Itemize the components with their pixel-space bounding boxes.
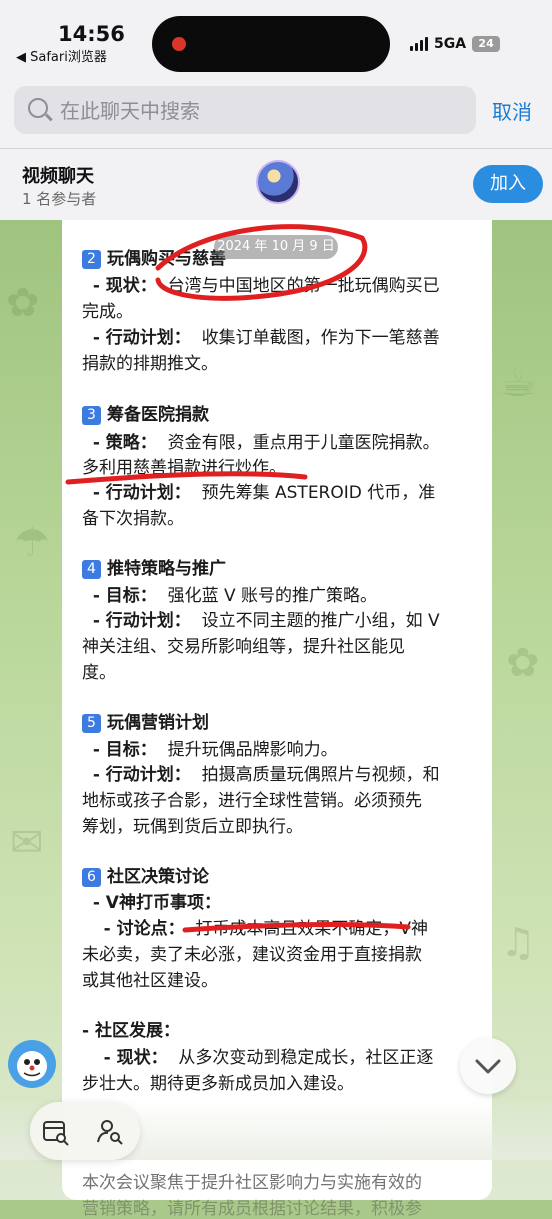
participant-count: 1 名参与者 [22,190,97,208]
divider [0,148,552,149]
number-badge: 4 [82,560,101,579]
sticker-avatar[interactable] [8,1040,56,1088]
chevron-down-icon [475,1059,501,1074]
message-line: - 行动计划： 预先筹集 ASTEROID 代币，准 [92,483,436,503]
recording-indicator-icon [172,37,186,51]
search-icon [28,98,48,118]
status-indicators: 5GA 24 [410,36,501,52]
message-line: 本次会议聚焦于提升社区影响力与实施有效的 [82,1173,422,1193]
search-filter-bar [30,1102,140,1160]
chat-avatar[interactable] [256,160,300,204]
message-line: - 行动计划： 拍摄高质量玩偶照片与视频，和 [92,765,440,785]
message-line: - 策略： 资金有限，重点用于儿童医院捐款。 [92,433,440,453]
network-label: 5GA [434,36,467,52]
doodle: ☕ [500,360,536,406]
number-badge: 3 [82,406,101,425]
message-line: - 讨论点： 打币成本高且效果不确定，V神 [103,919,429,939]
message-line: - 目标： 提升玩偶品牌影响力。 [92,740,338,760]
scroll-down-button[interactable] [460,1038,516,1094]
message-line: - 现状： 从多次变动到稳定成长，社区正逐 [103,1048,434,1068]
join-button[interactable]: 加入 [473,165,543,203]
cat-face-icon [17,1051,47,1081]
doodle: ♫ [500,920,536,966]
back-to-safari-link[interactable]: ◀ Safari浏览器 [16,46,107,65]
message-line: 或其他社区建设。 [82,971,218,991]
section-3-title: 3 筹备医院捐款 [82,400,209,425]
message-line: 多利用慈善捐款进行炒作。 [82,458,286,478]
message-line: 步壮大。期待更多新成员加入建设。 [82,1074,354,1094]
search-input[interactable] [58,94,462,128]
message-line: 地标或孩子合影，进行全球性营销。必须预先 [82,791,422,811]
message-line: 神关注组、交易所影响组等，提升社区能见 [82,637,405,657]
top-bar: 14:56 ◀ Safari浏览器 5GA 24 取消 视频聊天 1 名参与者 … [0,0,552,220]
message-line: - 行动计划： 收集订单截图，作为下一笔慈善 [92,328,440,348]
message-line: 度。 [82,663,116,683]
message-line: 捐款的排期推文。 [82,354,218,374]
chat-title: 视频聊天 [22,166,94,187]
search-bar[interactable] [14,86,476,134]
doodle: ✿ [506,640,540,686]
member-search-icon[interactable] [96,1118,124,1146]
doodle: ✉ [10,820,44,866]
date-pill: 2024 年 10 月 9 日 [214,235,338,259]
section-5-title: 5 玩偶营销计划 [82,708,209,733]
message-line: 未必卖，卖了未必涨，建议资金用于直接捐款 [82,945,422,965]
message-line: - 现状： 台湾与中国地区的第一批玩偶购买已 [92,276,440,296]
message-line: - 行动计划： 设立不同主题的推广小组，如 V [92,611,440,631]
status-time: 14:56 [58,22,125,46]
battery-icon: 24 [472,36,501,52]
doodle: ☂ [14,520,50,566]
message-line: - 目标： 强化蓝 V 账号的推广策略。 [92,586,378,606]
section-2-title: 2 玩偶购买与慈善 [82,244,226,269]
dynamic-island [152,16,390,72]
message-line: 备下次捐款。 [82,509,184,529]
signal-icon [410,37,428,51]
message-line: - 社区发展： [82,1021,180,1041]
section-6-title: 6 社区决策讨论 [82,862,209,887]
message-line: 筹划，玩偶到货后立即执行。 [82,817,303,837]
number-badge: 6 [82,868,101,887]
doodle: ✿ [6,280,40,326]
message-line: 营销策略，请所有成员根据讨论结果，积极参 [82,1199,422,1219]
number-badge: 5 [82,714,101,733]
number-badge: 2 [82,250,101,269]
cancel-button[interactable]: 取消 [492,96,532,125]
section-4-title: 4 推特策略与推广 [82,554,226,579]
message-line: - V神打币事项： [92,893,221,913]
message-line: 完成。 [82,302,133,322]
calendar-search-icon[interactable] [42,1118,70,1146]
